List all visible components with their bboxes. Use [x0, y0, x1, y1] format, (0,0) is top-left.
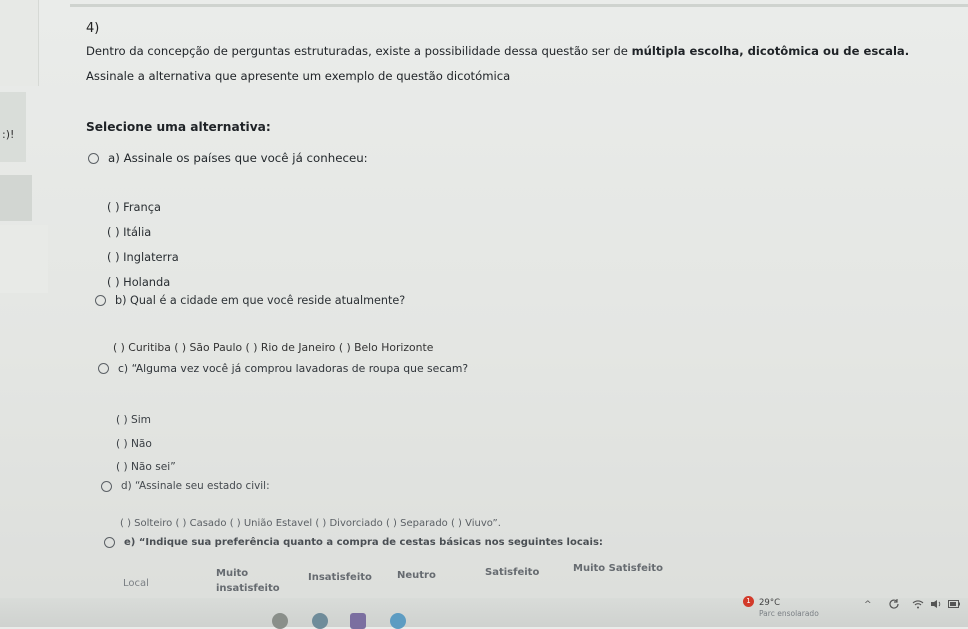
left-sidebar: :)!	[0, 0, 48, 627]
option-b-line: ( ) Curitiba ( ) São Paulo ( ) Rio de Ja…	[113, 341, 434, 354]
question-number: 4)	[86, 21, 100, 36]
option-a[interactable]: a) Assinale os países que você já conhec…	[88, 151, 368, 165]
option-d[interactable]: d) “Assinale seu estado civil:	[101, 480, 270, 492]
volume-icon[interactable]	[930, 599, 942, 609]
option-d-radio[interactable]	[101, 480, 112, 492]
scale-header-very-dissatisfied: Muito	[216, 568, 249, 579]
option-a-item: ( ) Itália	[107, 225, 152, 239]
notification-badge[interactable]: 1	[743, 596, 754, 607]
weather-description[interactable]: Parc ensolarado	[759, 609, 819, 618]
option-c-label: c) “Alguma vez você já comprou lavadoras…	[118, 362, 469, 375]
option-e-radio[interactable]	[104, 537, 115, 548]
weather-temperature[interactable]: 29°C	[759, 598, 780, 608]
option-d-line: ( ) Solteiro ( ) Casado ( ) União Estave…	[120, 518, 501, 529]
scale-header-very-satisfied: Muito Satisfeito	[573, 563, 663, 574]
option-a-item: ( ) Inglaterra	[107, 250, 179, 264]
scale-header-local: Local	[123, 578, 149, 589]
option-c-item: ( ) Não	[116, 438, 152, 450]
sidebar-panel	[0, 175, 32, 221]
option-c-radio[interactable]	[98, 363, 109, 374]
option-a-label: a) Assinale os países que você já conhec…	[108, 151, 368, 165]
sidebar-text: :)!	[2, 128, 15, 141]
option-d-label: d) “Assinale seu estado civil:	[121, 480, 270, 492]
sidebar-panel	[0, 92, 26, 162]
sidebar-panel	[0, 225, 48, 293]
option-e[interactable]: e) “Indique sua preferência quanto a com…	[104, 537, 603, 548]
select-prompt: Selecione uma alternativa:	[86, 120, 271, 134]
refresh-icon[interactable]	[888, 598, 900, 610]
option-c-item: ( ) Sim	[116, 414, 151, 426]
option-a-radio[interactable]	[88, 152, 99, 164]
option-e-label: e) “Indique sua preferência quanto a com…	[124, 537, 603, 548]
option-b-label: b) Qual é a cidade em que você reside at…	[115, 294, 406, 307]
statement-bold: múltipla escolha, dicotômica ou de escal…	[631, 44, 910, 58]
scale-header-neutral: Neutro	[397, 570, 436, 581]
chevron-up-icon[interactable]: ^	[864, 600, 872, 610]
question-instruction: Assinale a alternativa que apresente um …	[86, 69, 511, 83]
scale-header-very-dissatisfied: insatisfeito	[216, 583, 280, 594]
statement-plain: Dentro da concepção de perguntas estrutu…	[86, 44, 632, 58]
option-b[interactable]: b) Qual é a cidade em que você reside at…	[95, 294, 405, 307]
question-statement: Dentro da concepção de perguntas estrutu…	[86, 44, 909, 58]
sidebar-panel	[0, 0, 39, 86]
option-c-item: ( ) Não sei”	[116, 461, 176, 473]
wifi-icon[interactable]	[912, 599, 924, 609]
option-c[interactable]: c) “Alguma vez você já comprou lavadoras…	[98, 362, 468, 375]
taskbar	[0, 598, 968, 627]
option-a-item: ( ) França	[107, 200, 161, 214]
scale-header-dissatisfied: Insatisfeito	[308, 572, 372, 583]
top-border	[70, 4, 968, 7]
option-a-item: ( ) Holanda	[107, 275, 171, 289]
scale-header-satisfied: Satisfeito	[485, 567, 540, 578]
battery-icon[interactable]	[948, 600, 960, 608]
option-b-radio[interactable]	[95, 295, 106, 306]
